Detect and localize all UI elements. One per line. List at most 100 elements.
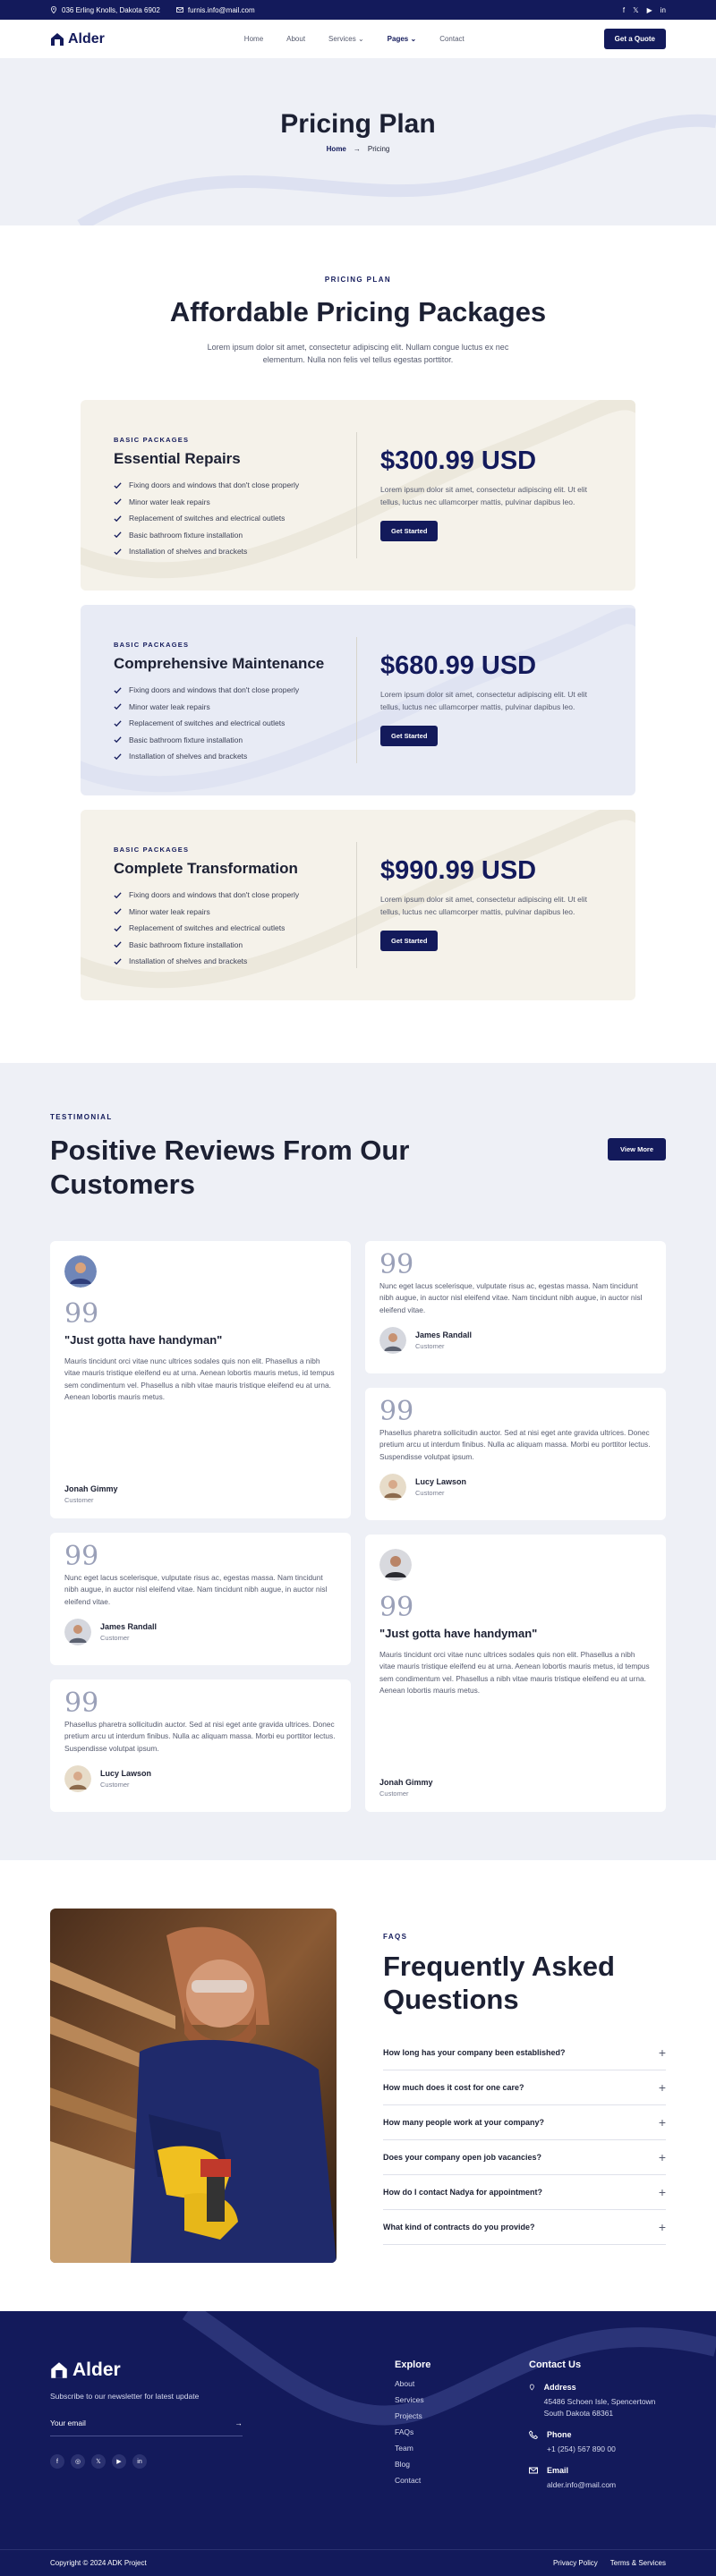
feature-text: Installation of shelves and brackets xyxy=(129,752,248,761)
footer-link[interactable]: Services xyxy=(395,2395,529,2411)
faq-item[interactable]: How many people work at your company? + xyxy=(383,2105,666,2140)
plus-icon[interactable]: + xyxy=(659,2220,666,2234)
faq-question: What kind of contracts do you provide? xyxy=(383,2223,535,2232)
testimonial-text: Nunc eget lacus scelerisque, vulputate r… xyxy=(379,1281,643,1314)
plus-icon[interactable]: + xyxy=(659,2115,666,2130)
author-role: Customer xyxy=(415,1488,445,1497)
faq-item[interactable]: How do I contact Nadya for appointment? + xyxy=(383,2175,666,2210)
quote-icon: 99 xyxy=(64,1298,99,1330)
plan-tag: BASIC PACKAGES xyxy=(114,641,190,649)
check-icon xyxy=(114,482,122,489)
check-icon xyxy=(114,908,122,915)
feature-text: Basic bathroom fixture installation xyxy=(129,530,243,540)
feature-text: Fixing doors and windows that don't clos… xyxy=(129,890,300,900)
author-name: Jonah Gimmy xyxy=(379,1778,433,1787)
feature-text: Replacement of switches and electrical o… xyxy=(129,923,286,933)
nav-contact[interactable]: Contact xyxy=(439,35,465,43)
top-bar: 036 Erling Knolls, Dakota 6902 furnis.in… xyxy=(0,0,716,20)
view-more-button[interactable]: View More xyxy=(608,1138,666,1160)
explore-links: About Services Projects FAQs Team Blog C… xyxy=(395,2379,529,2492)
faq-item[interactable]: How much does it cost for one care? + xyxy=(383,2070,666,2105)
faq-question: Does your company open job vacancies? xyxy=(383,2153,542,2162)
phone-value[interactable]: +1 (254) 567 890 00 xyxy=(547,2444,616,2455)
topbar-address: 036 Erling Knolls, Dakota 6902 xyxy=(50,6,160,14)
linkedin-icon[interactable]: in xyxy=(661,6,666,14)
email-value[interactable]: alder.info@mail.com xyxy=(547,2479,616,2491)
nav-pages[interactable]: Pages ⌄ xyxy=(388,35,417,43)
footer-link[interactable]: Team xyxy=(395,2444,529,2460)
testimonial-author: Jonah Gimmy Customer xyxy=(379,1778,433,1798)
plan-tag: BASIC PACKAGES xyxy=(114,846,190,854)
main-header: Alder Home About Services ⌄ Pages ⌄ Cont… xyxy=(0,20,716,59)
testimonial-card: 99 Phasellus pharetra sollicitudin aucto… xyxy=(365,1388,666,1520)
footer-bottom-bar: Copyright © 2024 ADK Project Privacy Pol… xyxy=(0,2549,716,2576)
footer-link[interactable]: About xyxy=(395,2379,529,2395)
feature-item: Minor water leak repairs xyxy=(114,699,356,716)
topbar-email-text[interactable]: furnis.info@mail.com xyxy=(188,6,255,14)
plus-icon[interactable]: + xyxy=(659,2185,666,2199)
copyright: Copyright © 2024 ADK Project xyxy=(50,2559,147,2567)
footer-link[interactable]: Contact xyxy=(395,2476,529,2492)
check-icon xyxy=(114,531,122,539)
email-label: Email xyxy=(547,2466,569,2475)
check-icon xyxy=(114,548,122,555)
plus-icon[interactable]: + xyxy=(659,2080,666,2095)
twitter-icon[interactable]: 𝕏 xyxy=(633,6,638,14)
check-icon xyxy=(114,925,122,931)
footer-brand-name: Alder xyxy=(72,2359,121,2380)
faq-item[interactable]: Does your company open job vacancies? + xyxy=(383,2140,666,2175)
privacy-link[interactable]: Privacy Policy xyxy=(553,2559,598,2567)
feature-text: Fixing doors and windows that don't clos… xyxy=(129,480,300,490)
contact-address: Address 45486 Schoen Isle, Spencertown So… xyxy=(529,2383,666,2419)
avatar xyxy=(64,1255,97,1288)
faq-item[interactable]: What kind of contracts do you provide? + xyxy=(383,2210,666,2245)
footer-link[interactable]: FAQs xyxy=(395,2427,529,2444)
arrow-right-icon[interactable]: → xyxy=(235,2419,243,2427)
get-started-button[interactable]: Get Started xyxy=(380,726,439,746)
facebook-icon[interactable]: f xyxy=(50,2454,64,2469)
twitter-icon[interactable]: 𝕏 xyxy=(91,2454,106,2469)
footer-link[interactable]: Projects xyxy=(395,2411,529,2427)
topbar-email[interactable]: furnis.info@mail.com xyxy=(175,6,255,14)
testimonial-text: Phasellus pharetra sollicitudin auctor. … xyxy=(379,1428,651,1461)
worker-photo xyxy=(50,1909,337,2263)
testimonial-text: Nunc eget lacus scelerisque, vulputate r… xyxy=(64,1573,328,1606)
instagram-icon[interactable]: ◎ xyxy=(71,2454,85,2469)
chevron-down-icon: ⌄ xyxy=(410,35,417,43)
newsletter-text: Subscribe to our newsletter for latest u… xyxy=(50,2392,200,2401)
plan-price: $680.99 USD xyxy=(380,651,537,680)
youtube-icon[interactable]: ▶ xyxy=(647,6,652,14)
feature-text: Minor water leak repairs xyxy=(129,497,210,506)
testimonial-card: 99 Nunc eget lacus scelerisque, vulputat… xyxy=(365,1241,666,1373)
facebook-icon[interactable]: f xyxy=(623,6,625,14)
check-icon xyxy=(114,703,122,710)
brand-logo[interactable]: Alder xyxy=(50,31,105,47)
page-title: Pricing Plan xyxy=(280,109,436,139)
feature-item: Replacement of switches and electrical o… xyxy=(114,920,356,937)
footer-logo[interactable]: Alder xyxy=(50,2359,395,2381)
check-icon xyxy=(114,515,122,522)
breadcrumb-home[interactable]: Home xyxy=(327,145,346,153)
topbar-address-text: 036 Erling Knolls, Dakota 6902 xyxy=(62,5,160,14)
get-started-button[interactable]: Get Started xyxy=(380,931,439,951)
faq-item[interactable]: How long has your company been establish… xyxy=(383,2036,666,2070)
testimonial-author: Lucy Lawson Customer xyxy=(379,1473,652,1501)
terms-link[interactable]: Terms & Services xyxy=(610,2559,666,2567)
get-started-button[interactable]: Get Started xyxy=(380,521,439,541)
nav-about[interactable]: About xyxy=(286,35,305,43)
footer-link[interactable]: Blog xyxy=(395,2460,529,2476)
plus-icon[interactable]: + xyxy=(659,2150,666,2164)
plus-icon[interactable]: + xyxy=(659,2045,666,2060)
pricing-card: BASIC PACKAGES Comprehensive Maintenance… xyxy=(81,605,635,795)
logo-icon xyxy=(51,32,64,46)
linkedin-icon[interactable]: in xyxy=(132,2454,147,2469)
nav-services[interactable]: Services ⌄ xyxy=(328,35,364,43)
phone-icon xyxy=(529,2430,538,2439)
avatar xyxy=(64,1618,91,1645)
testimonial-text: Mauris tincidunt orci vitae nunc ultrice… xyxy=(64,1356,335,1401)
get-quote-button[interactable]: Get a Quote xyxy=(603,29,666,49)
youtube-icon[interactable]: ▶ xyxy=(112,2454,126,2469)
faq-question: How much does it cost for one care? xyxy=(383,2083,524,2092)
newsletter-email-input[interactable]: Your email → xyxy=(50,2419,243,2436)
nav-home[interactable]: Home xyxy=(244,35,263,43)
